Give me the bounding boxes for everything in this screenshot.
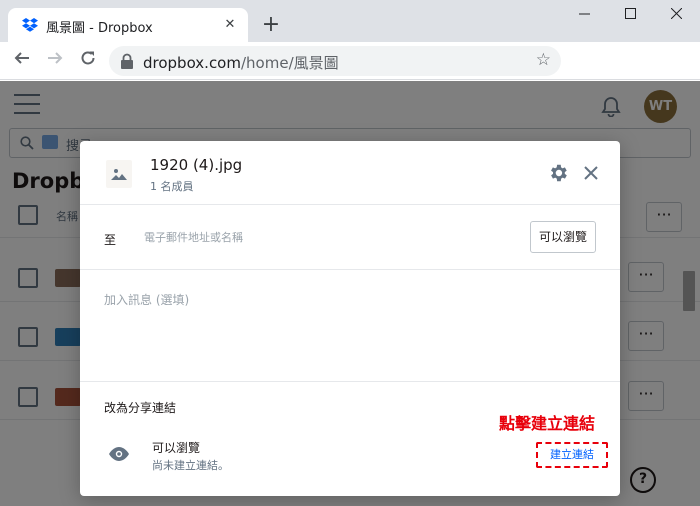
bookmark-star-icon[interactable]: ☆ bbox=[536, 50, 551, 70]
browser-tab[interactable]: 風景圖 - Dropbox ✕ bbox=[8, 8, 248, 42]
annotation-callout: 點擊建立連結 bbox=[499, 414, 596, 433]
to-label: 至 bbox=[104, 233, 117, 247]
arrow-left-icon bbox=[14, 52, 29, 64]
dropbox-logo-icon bbox=[22, 18, 38, 32]
link-status-text: 尚未建立連結。 bbox=[152, 459, 229, 472]
divider bbox=[80, 269, 620, 270]
eye-icon bbox=[109, 447, 129, 461]
message-field[interactable] bbox=[104, 291, 594, 371]
address-bar[interactable]: dropbox.com/home/風景圖 ☆ bbox=[109, 46, 561, 76]
tab-close-icon[interactable]: ✕ bbox=[220, 15, 240, 35]
member-count: 1 名成員 bbox=[150, 180, 194, 193]
image-icon bbox=[111, 169, 127, 180]
share-dialog: 1920 (4).jpg 1 名成員 至 可以瀏覽 改為分享連結 點擊建立連結 … bbox=[80, 141, 620, 496]
email-field[interactable] bbox=[144, 223, 514, 251]
tab-title: 風景圖 - Dropbox bbox=[46, 21, 153, 36]
image-file-icon bbox=[106, 160, 132, 188]
maximize-icon bbox=[624, 8, 636, 19]
url-path: /home/風景圖 bbox=[240, 54, 339, 72]
create-link-button[interactable]: 建立連結 bbox=[536, 442, 608, 468]
browser-toolbar: dropbox.com/home/風景圖 ☆ K t ⋮ bbox=[0, 42, 700, 116]
window-maximize-button[interactable] bbox=[607, 0, 653, 30]
lock-icon bbox=[121, 53, 133, 69]
window-minimize-button[interactable] bbox=[561, 0, 607, 30]
close-icon bbox=[670, 7, 682, 20]
reload-icon bbox=[81, 51, 95, 65]
share-link-heading: 改為分享連結 bbox=[104, 401, 177, 415]
link-permission-label: 可以瀏覽 bbox=[152, 441, 201, 455]
divider bbox=[80, 381, 620, 382]
url-host: dropbox.com bbox=[143, 54, 241, 72]
close-dialog-icon[interactable] bbox=[580, 162, 602, 184]
minimize-icon bbox=[578, 13, 590, 15]
back-button[interactable] bbox=[9, 48, 35, 74]
arrow-right-icon bbox=[48, 52, 63, 64]
tab-strip: 風景圖 - Dropbox ✕ + bbox=[0, 0, 700, 42]
divider bbox=[80, 204, 620, 205]
window-close-button[interactable] bbox=[653, 0, 699, 30]
settings-gear-icon[interactable] bbox=[547, 162, 569, 184]
file-name: 1920 (4).jpg bbox=[150, 156, 243, 174]
new-tab-button[interactable]: + bbox=[259, 13, 283, 37]
permission-dropdown-button[interactable]: 可以瀏覽 bbox=[530, 221, 596, 253]
url-text: dropbox.com/home/風景圖 bbox=[143, 52, 339, 73]
reload-button[interactable] bbox=[75, 48, 101, 74]
forward-button[interactable] bbox=[42, 48, 68, 74]
